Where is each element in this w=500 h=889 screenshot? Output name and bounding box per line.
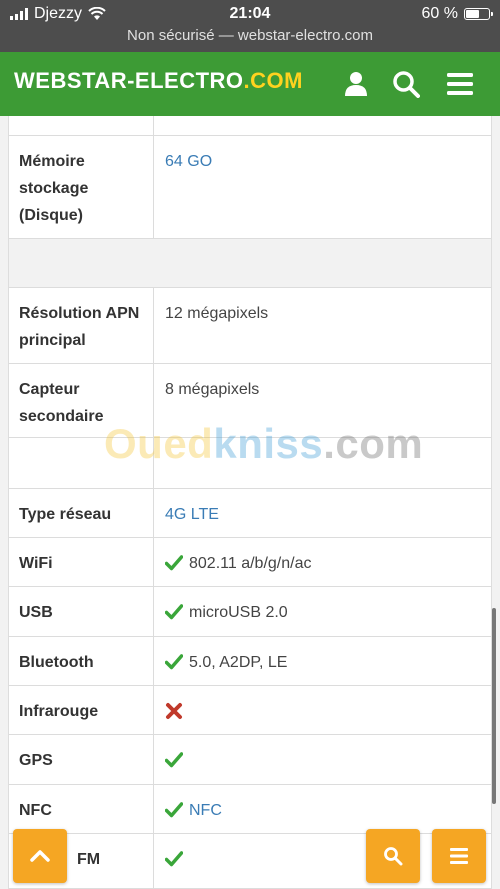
- secondary-sensor-text: 8 mégapixels: [165, 381, 260, 398]
- menu-icon: [450, 848, 468, 864]
- table-row-secondary-sensor: Capteur secondaire 8 mégapixels: [9, 364, 491, 438]
- table-row-nfc: NFC NFC: [9, 785, 491, 834]
- search-icon: [384, 847, 403, 866]
- nfc-value: NFC: [154, 785, 491, 833]
- usb-text: microUSB 2.0: [189, 604, 288, 621]
- site-logo[interactable]: WEBSTAR-ELECTRO.COM: [14, 68, 303, 94]
- secondary-sensor-label: Capteur secondaire: [9, 364, 154, 437]
- chevron-up-icon: [30, 850, 50, 862]
- table-row-wifi: WiFi 802.11 a/b/g/n/ac: [9, 538, 491, 587]
- check-icon: [165, 604, 183, 620]
- table-row-bluetooth: Bluetooth 5.0, A2DP, LE: [9, 637, 491, 686]
- row-label: [9, 116, 154, 135]
- storage-link[interactable]: 64 GO: [165, 148, 212, 175]
- search-button[interactable]: [366, 829, 420, 883]
- table-row-gps: GPS: [9, 735, 491, 785]
- infrared-value: [154, 686, 491, 734]
- scrollbar[interactable]: [492, 608, 496, 804]
- usb-value: microUSB 2.0: [154, 587, 491, 636]
- wifi-value: 802.11 a/b/g/n/ac: [154, 538, 491, 586]
- search-icon[interactable]: [388, 66, 424, 102]
- storage-value: 64 GO: [154, 136, 491, 238]
- user-icon[interactable]: [338, 66, 374, 102]
- main-camera-text: 12 mégapixels: [165, 305, 269, 322]
- bluetooth-label: Bluetooth: [9, 637, 154, 685]
- network-link[interactable]: 4G LTE: [165, 501, 219, 528]
- battery-icon: [464, 8, 493, 20]
- table-row-network: Type réseau 4G LTE: [9, 489, 491, 538]
- secondary-sensor-value: 8 mégapixels: [154, 364, 491, 437]
- table-row-main-camera: Résolution APN principal 12 mégapixels: [9, 288, 491, 364]
- site-header: WEBSTAR-ELECTRO.COM: [0, 52, 500, 116]
- network-value: 4G LTE: [154, 489, 491, 537]
- section-spacer: [9, 239, 491, 288]
- scroll-top-button[interactable]: [13, 829, 67, 883]
- battery-info: 60 %: [421, 5, 493, 23]
- battery-percent: 60 %: [421, 5, 458, 22]
- table-row-infrared: Infrarouge: [9, 686, 491, 735]
- table-row-storage: Mémoire stockage (Disque) 64 GO: [9, 136, 491, 239]
- check-icon: [165, 555, 183, 571]
- check-icon: [165, 752, 183, 768]
- infrared-label: Infrarouge: [9, 686, 154, 734]
- nfc-label: NFC: [9, 785, 154, 833]
- url-bar[interactable]: Non sécurisé — webstar-electro.com: [0, 27, 500, 44]
- cross-icon: [166, 703, 182, 719]
- network-label: Type réseau: [9, 489, 154, 537]
- battery-fill: [466, 10, 480, 18]
- main-camera-label: Résolution APN principal: [9, 288, 154, 363]
- wifi-label: WiFi: [9, 538, 154, 586]
- logo-main: WEBSTAR-ELECTRO: [14, 68, 244, 93]
- logo-domain: .COM: [243, 68, 303, 93]
- menu-icon[interactable]: [442, 66, 478, 102]
- table-row-usb: USB microUSB 2.0: [9, 587, 491, 637]
- main-camera-value: 12 mégapixels: [154, 288, 491, 363]
- usb-label: USB: [9, 587, 154, 636]
- status-bar: Djezzy 21:04 60 % Non sécurisé — webstar…: [0, 0, 500, 52]
- spec-table: Mémoire stockage (Disque) 64 GO Résoluti…: [8, 116, 492, 889]
- wifi-text: 802.11 a/b/g/n/ac: [189, 555, 312, 572]
- bluetooth-text: 5.0, A2DP, LE: [189, 654, 288, 671]
- check-icon: [165, 851, 183, 867]
- nfc-link[interactable]: NFC: [189, 797, 222, 824]
- gps-value: [154, 735, 491, 784]
- menu-button[interactable]: [432, 829, 486, 883]
- bluetooth-value: 5.0, A2DP, LE: [154, 637, 491, 685]
- storage-label: Mémoire stockage (Disque): [9, 136, 154, 238]
- gps-label: GPS: [9, 735, 154, 784]
- section-spacer: [9, 438, 491, 489]
- check-icon: [165, 802, 183, 818]
- check-icon: [165, 654, 183, 670]
- row-label: [9, 438, 154, 488]
- table-row: [9, 116, 491, 136]
